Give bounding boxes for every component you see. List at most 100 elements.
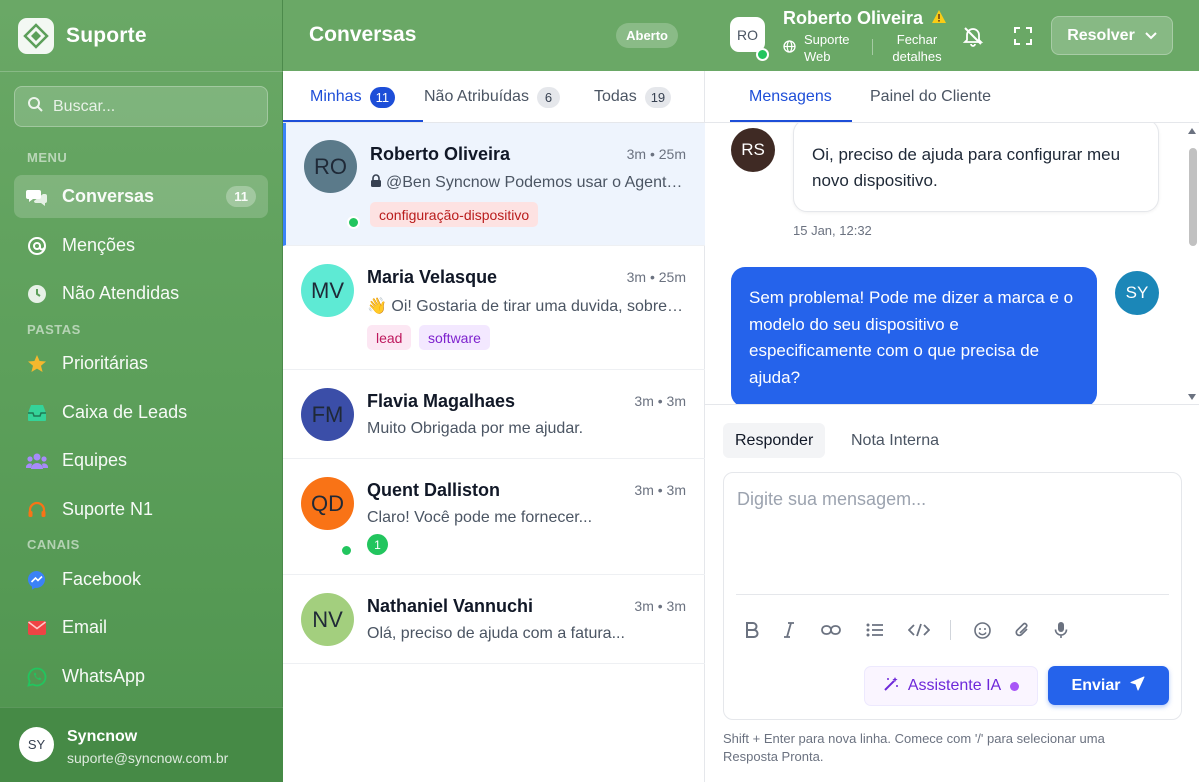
close-details-button[interactable]: Fechar detalhes [891,31,943,65]
reply-area: Responder Nota Interna Assistente IA Env… [705,405,1199,782]
contact-name: Roberto Oliveira [783,8,924,28]
search-box[interactable] [14,86,268,127]
sidebar-item-label: Suporte N1 [62,499,154,519]
sidebar-item-label: Caixa de Leads [62,402,188,422]
italic-icon[interactable] [778,619,800,641]
sidebar-item-label: Email [62,617,108,637]
sidebar-item-email[interactable]: Email [14,606,268,649]
composer-divider [736,594,1169,595]
tab-count-badge: 11 [369,86,396,108]
message-scrollbar[interactable] [1185,123,1199,405]
avatar: SY [19,727,54,762]
tab-painel-do-cliente[interactable]: Painel do Cliente [870,71,991,123]
conversation-tag[interactable]: software [419,325,490,350]
conversation-item[interactable]: MV Maria Velasque 3m • 25m 👋 Oi! Gostari… [283,246,705,370]
scroll-up-arrow[interactable] [1188,128,1196,134]
online-status-dot [347,216,360,229]
contact-name: Nathaniel Vannuchi [367,596,534,616]
conversation-tag[interactable]: configuração-dispositivo [370,202,539,227]
contact-name: Roberto Oliveira [370,144,511,164]
conversation-time: 3m • 3m [634,482,686,498]
bullet-list-icon[interactable] [864,619,886,641]
tab-nota-interna[interactable]: Nota Interna [839,423,951,458]
attachment-icon[interactable] [1011,619,1033,641]
conversation-item[interactable]: FM Flavia Magalhaes 3m • 3m Muito Obriga… [283,370,705,459]
brand-logo-icon [18,18,54,54]
online-status-dot [756,48,769,61]
sidebar-item-mencoes[interactable]: Menções [14,224,268,267]
resolve-button[interactable]: Resolver [1051,16,1173,55]
folders-section-label: PASTAS [27,322,81,337]
sidebar-item-equipes[interactable]: Equipes [14,439,268,482]
user-profile[interactable]: SY Syncnow suporte@syncnow.com.br [0,707,283,782]
sidebar: Suporte MENU Conversas 11 Menções Não At… [0,0,283,782]
avatar: RO [304,140,357,193]
code-icon[interactable] [908,619,930,641]
link-icon[interactable] [820,619,842,641]
conversation-preview: @Ben Syncnow Podemos usar o Agente de IA… [386,174,686,191]
tab-minhas[interactable]: Minhas 11 [310,71,396,123]
sidebar-item-prioritarias[interactable]: Prioritárias [14,342,268,385]
channels-section-label: CANAIS [27,537,80,552]
emoji-icon[interactable] [971,619,993,641]
message-composer: Assistente IA Enviar [723,472,1182,720]
channel-info: Suporte Web [783,31,860,65]
status-filter-dropdown[interactable]: Aberto [616,23,678,48]
conversation-item[interactable]: NV Nathaniel Vannuchi 3m • 3m Olá, preci… [283,575,705,664]
resolve-button-label: Resolver [1067,26,1135,44]
send-button[interactable]: Enviar [1048,666,1169,705]
conversation-time: 3m • 3m [634,598,686,614]
avatar: FM [301,388,354,441]
message-input[interactable] [724,473,1181,593]
tab-count-badge: 6 [536,86,560,108]
ai-assistant-button[interactable]: Assistente IA [864,666,1038,706]
avatar: QD [301,477,354,530]
contact-name-row: Roberto Oliveira [783,8,947,29]
tab-mensagens[interactable]: Mensagens [749,71,832,123]
sidebar-item-facebook[interactable]: Facebook [14,558,268,601]
tab-nao-atribuidas[interactable]: Não Atribuídas 6 [424,71,560,123]
brand[interactable]: Suporte [18,18,147,54]
tab-responder[interactable]: Responder [723,423,826,458]
avatar: NV [301,593,354,646]
sidebar-item-label: Facebook [62,569,142,589]
sidebar-item-nao-atendidas[interactable]: Não Atendidas [14,272,268,315]
microphone-icon[interactable] [1050,619,1072,641]
contact-name: Maria Velasque [367,267,498,287]
warning-icon [931,8,947,29]
mute-notifications-icon[interactable] [961,24,985,48]
chat-panel: RO Roberto Oliveira Suporte Web Fechar d… [705,0,1199,782]
conversation-item[interactable]: QD Quent Dalliston 3m • 3m Claro! Você p… [283,459,705,575]
conversation-tag[interactable]: lead [367,325,412,350]
sidebar-item-caixa-de-leads[interactable]: Caixa de Leads [14,391,268,434]
tab-label: Todas [594,88,637,105]
active-tab-indicator [283,120,423,122]
lock-icon [370,174,382,192]
toolbar-divider [950,620,951,640]
users-icon [26,450,48,472]
sidebar-item-label: Menções [62,235,136,255]
conversation-preview: Muito Obrigada por me ajudar. [367,420,584,437]
sidebar-item-suporte-n1[interactable]: Suporte N1 [14,488,268,531]
message-thread[interactable]: RS Oi, preciso de ajuda para configurar … [705,123,1199,405]
sidebar-item-label: Conversas [62,186,155,206]
channel-name: Suporte Web [804,32,850,64]
fullscreen-icon[interactable] [1011,24,1035,48]
tab-label: Minhas [310,88,362,105]
avatar[interactable]: RO [730,17,765,52]
header-divider [872,39,873,55]
brand-name: Suporte [66,24,147,47]
conversas-count-badge: 11 [226,186,256,207]
tab-todas[interactable]: Todas 19 [594,71,672,123]
search-input[interactable] [53,97,253,116]
incoming-message: Oi, preciso de ajuda para configurar meu… [793,123,1159,212]
conversation-item[interactable]: RO Roberto Oliveira 3m • 25m @Ben Syncno… [283,123,705,246]
bold-icon[interactable] [741,619,763,641]
scroll-thumb[interactable] [1189,148,1197,246]
message-timestamp: 15 Jan, 12:32 [793,223,872,238]
scroll-down-arrow[interactable] [1188,394,1196,400]
sidebar-item-conversas[interactable]: Conversas 11 [14,175,268,218]
user-name: Syncnow [67,728,138,745]
sidebar-item-whatsapp[interactable]: WhatsApp [14,655,268,698]
composer-hint: Shift + Enter para nova linha. Comece co… [723,731,1105,764]
